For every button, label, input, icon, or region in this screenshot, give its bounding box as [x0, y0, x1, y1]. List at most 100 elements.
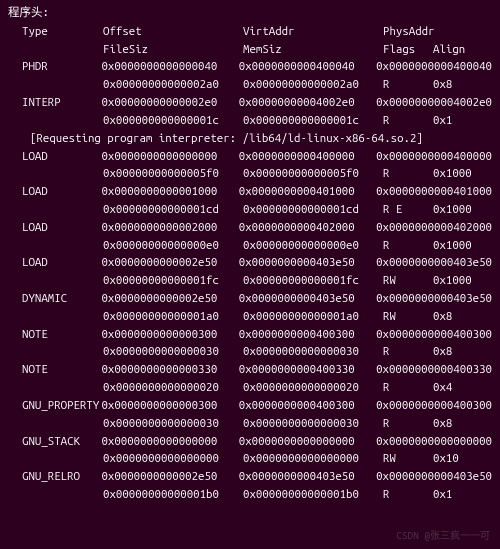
col-phys: PhysAddr — [383, 23, 435, 41]
program-headers-table: PHDR0x00000000000000400x0000000000400040… — [8, 58, 492, 503]
cell-filesz: 0x00000000000000e0 — [103, 237, 243, 255]
cell-phys: 0x0000000000400300 — [376, 397, 492, 415]
cell-offset: 0x0000000000002e50 — [101, 468, 238, 486]
cell-flags: R — [383, 379, 433, 397]
table-row: 0x00000000000000e00x00000000000000e0R0x1… — [8, 237, 492, 255]
table-row: NOTE0x00000000000003300x0000000000400330… — [8, 361, 492, 379]
cell-align: 0x8 — [433, 415, 452, 433]
col-offset: Offset — [103, 23, 243, 41]
cell-offset: 0x0000000000000300 — [101, 397, 238, 415]
cell-virt: 0x0000000000403e50 — [239, 254, 376, 272]
cell-memsz: 0x0000000000000030 — [243, 343, 383, 361]
cell-flags: R — [383, 343, 433, 361]
table-row: INTERP0x00000000000002e00x00000000004002… — [8, 94, 492, 112]
table-row: GNU_PROPERTY0x0000000000000300 0x00000000… — [8, 397, 492, 415]
table-row: 0x00000000000000300x0000000000000030R0x8 — [8, 343, 492, 361]
cell-filesz: 0x00000000000005f0 — [103, 165, 243, 183]
cell-phys: 0x0000000000402000 — [376, 219, 492, 237]
cell-virt: 0x0000000000400330 — [239, 361, 376, 379]
table-row: 0x00000000000000000x0000000000000000RW0x… — [8, 450, 492, 468]
cell-offset: 0x0000000000000040 — [101, 58, 238, 76]
cell-phys: 0x0000000000400000 — [376, 148, 492, 166]
cell-memsz: 0x00000000000001b0 — [243, 486, 383, 504]
cell-filesz: 0x0000000000000030 — [103, 415, 243, 433]
cell-phys: 0x00000000004002e0 — [376, 94, 492, 112]
cell-offset: 0x0000000000000330 — [101, 361, 238, 379]
cell-flags: R — [383, 112, 433, 130]
cell-type: INTERP — [8, 94, 101, 112]
cell-memsz: 0x0000000000000030 — [243, 415, 383, 433]
cell-memsz: 0x00000000000002a0 — [243, 76, 383, 94]
cell-type: LOAD — [8, 254, 101, 272]
cell-type: NOTE — [8, 326, 101, 344]
cell-filesz: 0x00000000000001b0 — [103, 486, 243, 504]
table-row: LOAD0x00000000000010000x0000000000401000… — [8, 183, 492, 201]
col-type: Type — [8, 23, 103, 41]
cell-type: DYNAMIC — [8, 290, 101, 308]
cell-filesz: 0x00000000000002a0 — [103, 76, 243, 94]
cell-flags: R — [383, 415, 433, 433]
table-row: 0x00000000000001cd0x00000000000001cdR E0… — [8, 201, 492, 219]
table-row: LOAD0x00000000000020000x0000000000402000… — [8, 219, 492, 237]
cell-phys: 0x0000000000400040 — [376, 58, 492, 76]
cell-virt: 0x0000000000400300 — [239, 326, 376, 344]
cell-filesz: 0x00000000000001a0 — [103, 308, 243, 326]
cell-memsz: 0x00000000000000e0 — [243, 237, 383, 255]
cell-flags: R — [383, 165, 433, 183]
col-virt: VirtAddr — [243, 23, 383, 41]
cell-type: GNU_RELRO — [8, 468, 101, 486]
header-row-1: Type Offset VirtAddr PhysAddr — [8, 23, 492, 41]
cell-align: 0x8 — [433, 76, 452, 94]
table-row: 0x00000000000005f00x00000000000005f0R0x1… — [8, 165, 492, 183]
col-flags: Flags — [383, 41, 433, 59]
interpreter-note: [Requesting program interpreter: /lib64/… — [8, 130, 492, 148]
table-row: 0x00000000000001a00x00000000000001a0RW0x… — [8, 308, 492, 326]
cell-memsz: 0x00000000000001fc — [243, 272, 383, 290]
cell-filesz: 0x0000000000000020 — [103, 379, 243, 397]
cell-offset: 0x0000000000000000 — [101, 148, 238, 166]
cell-offset: 0x0000000000002e50 — [101, 290, 238, 308]
watermark: CSDN @张三疯一一可 — [396, 528, 490, 544]
cell-flags: R — [383, 76, 433, 94]
cell-virt: 0x0000000000401000 — [239, 183, 376, 201]
table-row: GNU_RELRO0x0000000000002e500x00000000004… — [8, 468, 492, 486]
table-row: 0x00000000000001b00x00000000000001b0R0x1 — [8, 486, 492, 504]
cell-align: 0x4 — [433, 379, 452, 397]
cell-type: LOAD — [8, 219, 101, 237]
cell-phys: 0x0000000000403e50 — [376, 290, 492, 308]
cell-type: NOTE — [8, 361, 101, 379]
cell-align: 0x8 — [433, 343, 452, 361]
col-memsz: MemSiz — [243, 41, 383, 59]
cell-flags: RW — [383, 308, 433, 326]
cell-virt: 0x00000000004002e0 — [239, 94, 376, 112]
cell-filesz: 0x00000000000001cd — [103, 201, 243, 219]
cell-memsz: 0x0000000000000020 — [243, 379, 383, 397]
cell-virt: 0x0000000000403e50 — [239, 290, 376, 308]
cell-virt: 0x0000000000000000 — [239, 433, 376, 451]
cell-flags: RW — [383, 272, 433, 290]
cell-memsz: 0x000000000000001c — [243, 112, 383, 130]
cell-type: GNU_PROPERTY — [8, 397, 101, 415]
cell-phys: 0x0000000000401000 — [376, 183, 492, 201]
cell-type: GNU_STACK — [8, 433, 101, 451]
table-row: LOAD0x0000000000002e500x0000000000403e50… — [8, 254, 492, 272]
table-row: GNU_STACK0x00000000000000000x00000000000… — [8, 433, 492, 451]
cell-align: 0x1000 — [433, 272, 472, 290]
header-row-2: FileSiz MemSiz Flags Align — [8, 41, 492, 59]
cell-phys: 0x0000000000400330 — [376, 361, 492, 379]
col-filesz: FileSiz — [103, 41, 243, 59]
cell-offset: 0x0000000000002e50 — [101, 254, 238, 272]
cell-filesz: 0x000000000000001c — [103, 112, 243, 130]
table-row: 0x00000000000000300x0000000000000030R0x8 — [8, 415, 492, 433]
cell-align: 0x1000 — [433, 237, 472, 255]
cell-virt: 0x0000000000403e50 — [239, 468, 376, 486]
table-row: NOTE0x00000000000003000x0000000000400300… — [8, 326, 492, 344]
cell-align: 0x1 — [433, 486, 452, 504]
cell-offset: 0x0000000000000300 — [101, 326, 238, 344]
cell-memsz: 0x00000000000005f0 — [243, 165, 383, 183]
cell-filesz: 0x0000000000000030 — [103, 343, 243, 361]
col-align: Align — [433, 41, 465, 59]
cell-align: 0x1 — [433, 112, 452, 130]
table-row: 0x00000000000001fc0x00000000000001fcRW0x… — [8, 272, 492, 290]
cell-align: 0x8 — [433, 308, 452, 326]
